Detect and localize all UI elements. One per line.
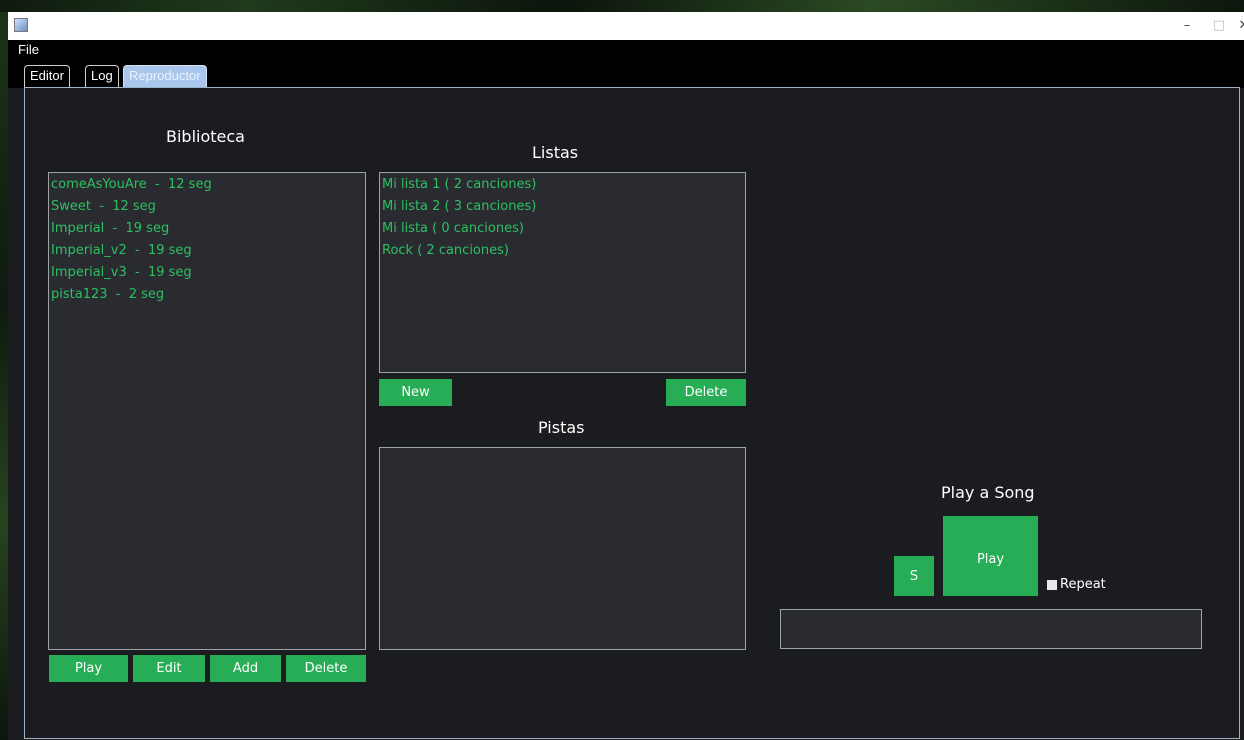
tab-editor[interactable]: Editor [24, 65, 70, 87]
window-titlebar[interactable]: – □ ✕ [8, 12, 1244, 40]
repeat-checkbox[interactable]: Repeat [1047, 577, 1106, 592]
repeat-label: Repeat [1060, 577, 1106, 592]
listas-heading: Listas [532, 143, 579, 162]
checkbox-icon[interactable] [1047, 579, 1057, 590]
playlist-item[interactable]: Rock ( 2 canciones) [382, 243, 509, 258]
library-edit-button[interactable]: Edit [133, 655, 205, 682]
player-play-button[interactable]: Play [943, 516, 1038, 596]
pistas-list[interactable] [379, 447, 746, 650]
menu-file[interactable]: File [18, 42, 39, 57]
java-app-icon [14, 18, 28, 32]
playlist-item[interactable]: Mi lista 2 ( 3 canciones) [382, 199, 536, 214]
stop-button[interactable]: S [894, 556, 934, 596]
desktop-background-top [0, 0, 1244, 12]
pistas-heading: Pistas [538, 418, 585, 437]
playlist-item[interactable]: Mi lista ( 0 canciones) [382, 221, 524, 236]
tab-bar: Editor Log Reproductor [8, 60, 1244, 88]
library-add-button[interactable]: Add [210, 655, 281, 682]
library-delete-button[interactable]: Delete [286, 655, 366, 682]
library-play-button[interactable]: Play [49, 655, 128, 682]
minimize-button[interactable]: – [1176, 16, 1198, 36]
tab-log[interactable]: Log [85, 65, 119, 87]
library-item[interactable]: pista123 - 2 seg [51, 287, 164, 302]
library-item[interactable]: Imperial_v2 - 19 seg [51, 243, 192, 258]
song-progress-field[interactable] [780, 609, 1202, 649]
biblioteca-list[interactable]: comeAsYouAre - 12 seg Sweet - 12 seg Imp… [48, 172, 366, 650]
listas-list[interactable]: Mi lista 1 ( 2 canciones) Mi lista 2 ( 3… [379, 172, 746, 373]
close-button[interactable]: ✕ [1233, 16, 1244, 36]
biblioteca-heading: Biblioteca [166, 127, 245, 146]
library-item[interactable]: Sweet - 12 seg [51, 199, 156, 214]
menu-bar: File [8, 40, 1244, 60]
maximize-button[interactable]: □ [1208, 16, 1230, 36]
playlist-item[interactable]: Mi lista 1 ( 2 canciones) [382, 177, 536, 192]
library-item[interactable]: comeAsYouAre - 12 seg [51, 177, 212, 192]
new-list-button[interactable]: New [379, 379, 452, 406]
tab-reproductor[interactable]: Reproductor [123, 65, 207, 87]
desktop-background-left [0, 12, 8, 740]
library-item[interactable]: Imperial - 19 seg [51, 221, 169, 236]
library-item[interactable]: Imperial_v3 - 19 seg [51, 265, 192, 280]
player-heading: Play a Song [941, 483, 1035, 502]
delete-list-button[interactable]: Delete [666, 379, 746, 406]
